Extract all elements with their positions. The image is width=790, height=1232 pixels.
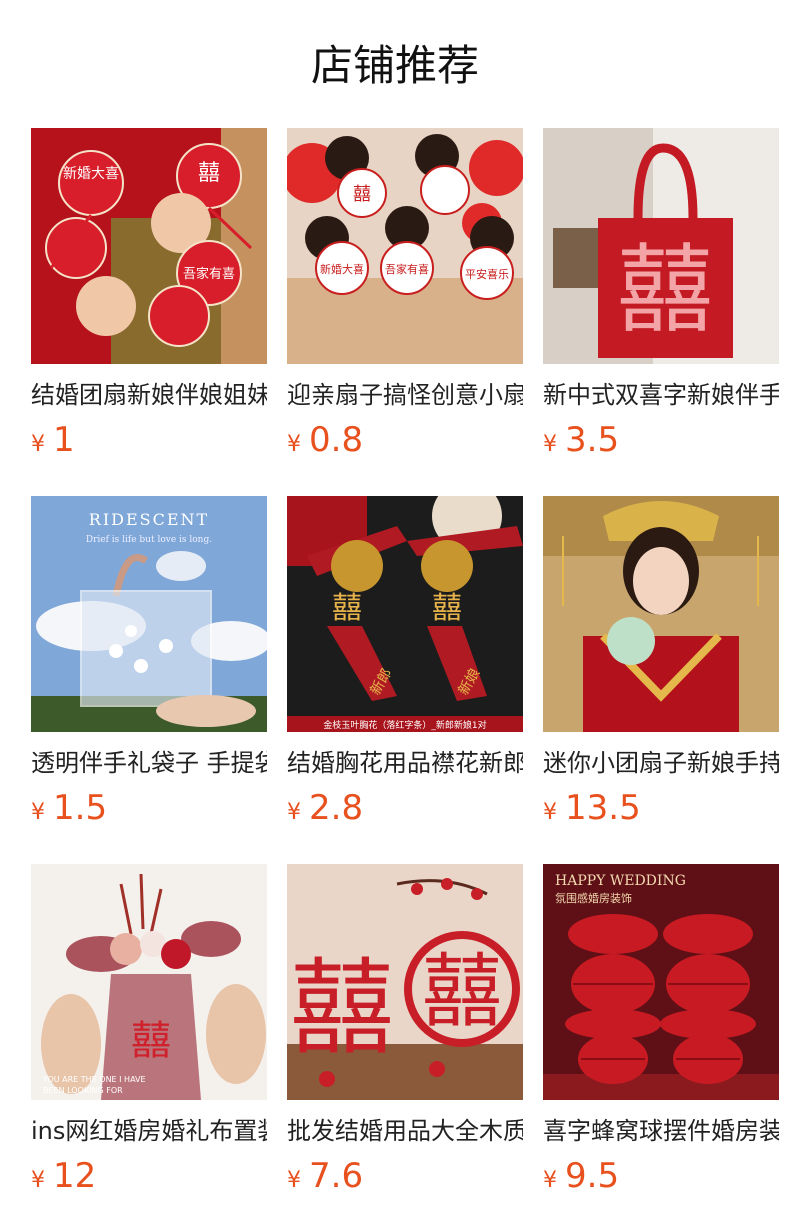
product-name[interactable]: 结婚胸花用品襟花新郎新 bbox=[287, 746, 523, 780]
product-name[interactable]: ins网红婚房婚礼布置装 bbox=[31, 1114, 267, 1148]
price-value: 2.8 bbox=[309, 788, 364, 828]
product-image[interactable]: 囍 YOU ARE THE ONE I HAVE BEEN LOOKING FO… bbox=[31, 864, 267, 1100]
product-card[interactable]: 囍 囍 批发结婚用品大全木质 ¥7.6 bbox=[287, 864, 523, 1204]
price-value: 1.5 bbox=[53, 788, 108, 828]
image-caption: BEEN LOOKING FOR bbox=[43, 1086, 123, 1095]
price-value: 0.8 bbox=[309, 420, 364, 460]
product-image[interactable] bbox=[543, 496, 779, 732]
image-caption: 囍 bbox=[290, 947, 394, 1069]
product-image[interactable]: HAPPY WEDDING 氛围感婚房装饰 bbox=[543, 864, 779, 1100]
image-caption: 吾家有喜 bbox=[385, 262, 429, 276]
price-value: 12 bbox=[53, 1156, 97, 1196]
product-card[interactable]: HAPPY WEDDING 氛围感婚房装饰 喜字蜂窝球摆件婚房装 ¥ 9.5 bbox=[543, 864, 779, 1204]
product-price: ¥9.5 bbox=[543, 1154, 779, 1204]
price-value: 7.6 bbox=[309, 1156, 364, 1196]
image-caption: RIDESCENT bbox=[89, 510, 209, 529]
price-value: 9.5 bbox=[565, 1156, 620, 1196]
image-caption: 新婚大喜 bbox=[63, 166, 119, 182]
image-caption: 新婚大喜 bbox=[320, 262, 364, 276]
product-card[interactable]: 囍 囍 新郎 新娘 金枝玉叶胸花（落红字条）_新郎新娘1对 结婚胸花用品襟花新郎… bbox=[287, 496, 523, 836]
product-image[interactable]: 囍 囍 bbox=[287, 864, 523, 1100]
price-value: 3.5 bbox=[565, 420, 620, 460]
product-price: ¥13.5 bbox=[543, 786, 779, 836]
image-caption: 囍 bbox=[617, 234, 713, 346]
image-caption: Drief is life but love is long. bbox=[86, 535, 212, 545]
product-name[interactable]: 批发结婚用品大全木质 bbox=[287, 1114, 523, 1148]
currency-symbol: ¥ bbox=[543, 1168, 557, 1193]
currency-symbol: ¥ bbox=[31, 432, 45, 457]
page-title: 店铺推荐 bbox=[310, 41, 479, 90]
product-card[interactable]: 新婚大喜 囍 吾家有喜 结婚团扇新娘伴娘姐妹 ¥1 bbox=[31, 128, 267, 468]
product-card[interactable]: 囍 YOU ARE THE ONE I HAVE BEEN LOOKING FO… bbox=[31, 864, 267, 1204]
product-price: ¥1.5 bbox=[31, 786, 267, 836]
product-price: ¥0.8 bbox=[287, 418, 523, 468]
image-caption: 囍 bbox=[332, 591, 362, 626]
product-name[interactable]: 新中式双喜字新娘伴手 bbox=[543, 378, 779, 412]
image-caption: HAPPY WEDDING bbox=[555, 873, 686, 889]
currency-symbol: ¥ bbox=[543, 800, 557, 825]
currency-symbol: ¥ bbox=[287, 800, 301, 825]
image-caption: 金枝玉叶胸花（落红字条）_新郎新娘1对 bbox=[323, 719, 486, 731]
product-card[interactable]: 迷你小团扇子新娘手持 ¥13.5 bbox=[543, 496, 779, 836]
svg-text:囍: 囍 bbox=[198, 161, 220, 186]
product-name[interactable]: 喜字蜂窝球摆件婚房装 bbox=[543, 1114, 779, 1148]
currency-symbol: ¥ bbox=[31, 1168, 45, 1193]
product-price: ¥1 bbox=[31, 418, 267, 468]
product-name[interactable]: 透明伴手礼袋子 手提袋 bbox=[31, 746, 267, 780]
product-image[interactable]: RIDESCENT Drief is life but love is long… bbox=[31, 496, 267, 732]
product-card[interactable]: 囍 新中式双喜字新娘伴手 ¥3.5 bbox=[543, 128, 779, 468]
image-caption: 氛围感婚房装饰 bbox=[555, 891, 632, 905]
price-value: 1 bbox=[53, 420, 75, 460]
currency-symbol: ¥ bbox=[287, 432, 301, 457]
svg-text:囍: 囍 bbox=[432, 591, 462, 626]
product-price: ¥12 bbox=[31, 1154, 267, 1204]
product-card[interactable]: 囍 新婚大喜 吾家有喜 平安喜乐 迎亲扇子搞怪创意小扇 ¥0.8 bbox=[287, 128, 523, 468]
product-price: ¥7.6 bbox=[287, 1154, 523, 1204]
product-image[interactable]: 囍 新婚大喜 吾家有喜 平安喜乐 bbox=[287, 128, 523, 364]
currency-symbol: ¥ bbox=[287, 1168, 301, 1193]
svg-text:囍: 囍 bbox=[353, 184, 371, 205]
image-caption: 平安喜乐 bbox=[465, 267, 509, 281]
svg-text:囍: 囍 bbox=[422, 945, 502, 1038]
product-name[interactable]: 迷你小团扇子新娘手持 bbox=[543, 746, 779, 780]
currency-symbol: ¥ bbox=[31, 800, 45, 825]
image-caption: YOU ARE THE ONE I HAVE bbox=[42, 1075, 146, 1084]
product-image[interactable]: 新婚大喜 囍 吾家有喜 bbox=[31, 128, 267, 364]
product-card[interactable]: RIDESCENT Drief is life but love is long… bbox=[31, 496, 267, 836]
price-value: 13.5 bbox=[565, 788, 641, 828]
product-name[interactable]: 迎亲扇子搞怪创意小扇 bbox=[287, 378, 523, 412]
product-image[interactable]: 囍 bbox=[543, 128, 779, 364]
product-price: ¥3.5 bbox=[543, 418, 779, 468]
image-caption: 吾家有喜 bbox=[183, 266, 235, 282]
product-price: ¥2.8 bbox=[287, 786, 523, 836]
product-image[interactable]: 囍 囍 新郎 新娘 金枝玉叶胸花（落红字条）_新郎新娘1对 bbox=[287, 496, 523, 732]
image-caption: 囍 bbox=[131, 1018, 171, 1064]
product-name[interactable]: 结婚团扇新娘伴娘姐妹 bbox=[31, 378, 267, 412]
currency-symbol: ¥ bbox=[543, 432, 557, 457]
